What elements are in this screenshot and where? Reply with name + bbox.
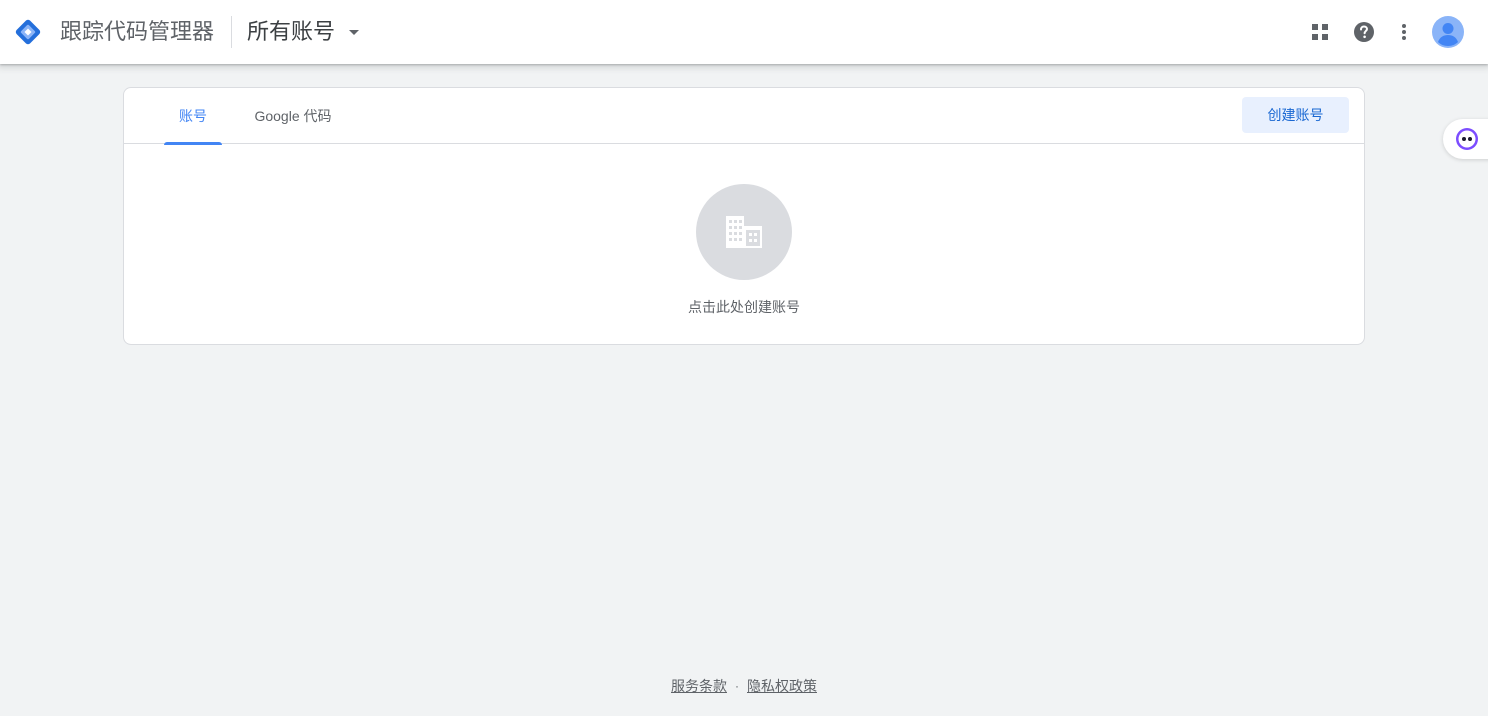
more-vert-icon[interactable]	[1388, 16, 1420, 48]
privacy-policy-link[interactable]: 隐私权政策	[747, 676, 817, 696]
top-app-bar: 跟踪代码管理器 所有账号	[0, 0, 1488, 64]
account-picker-label: 所有账号	[247, 19, 336, 44]
create-account-button[interactable]: 创建账号	[1242, 97, 1349, 133]
side-assistant-button[interactable]	[1443, 119, 1488, 159]
header-divider	[231, 16, 232, 48]
tag-manager-logo-icon[interactable]	[12, 16, 44, 48]
apps-grid-icon[interactable]	[1304, 16, 1336, 48]
empty-state-text[interactable]: 点击此处创建账号	[594, 297, 894, 317]
footer-separator: ·	[735, 679, 739, 693]
tab-google-tags[interactable]: Google 代码	[242, 88, 344, 144]
terms-of-service-link[interactable]: 服务条款	[671, 676, 727, 696]
building-icon	[726, 216, 762, 248]
app-title: 跟踪代码管理器	[60, 19, 215, 44]
assistant-face-icon	[1456, 128, 1478, 150]
tab-accounts[interactable]: 账号	[164, 88, 222, 145]
tab-bar: 账号 Google 代码 创建账号	[124, 88, 1364, 145]
account-picker[interactable]: 所有账号	[247, 14, 360, 50]
empty-state-create-account[interactable]	[696, 184, 792, 280]
footer: 服务条款 · 隐私权政策	[0, 676, 1488, 696]
accounts-card: 账号 Google 代码 创建账号 点击此处创建账号	[123, 87, 1365, 345]
help-icon[interactable]	[1348, 16, 1380, 48]
dropdown-caret-icon	[349, 29, 360, 35]
account-avatar-icon[interactable]	[1432, 16, 1464, 48]
